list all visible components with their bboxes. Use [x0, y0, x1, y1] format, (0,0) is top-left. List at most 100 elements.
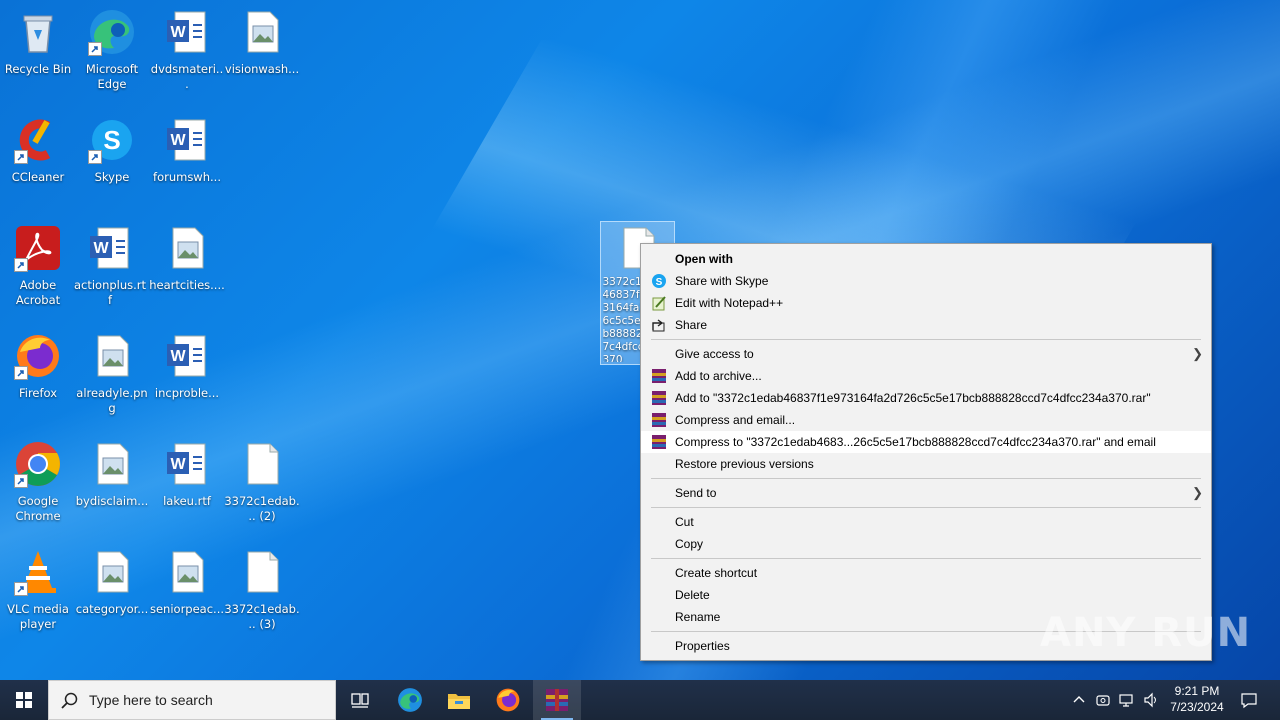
- menu-item-label: Compress and email...: [675, 413, 796, 427]
- menu-item-delete[interactable]: Delete: [641, 584, 1211, 606]
- taskbar-file-explorer-button[interactable]: [435, 680, 483, 720]
- menu-item-label: Rename: [675, 610, 721, 624]
- menu-item-compress-to-rar-and-email[interactable]: Compress to "3372c1edab4683...26c5c5e17b…: [641, 431, 1211, 453]
- menu-item-label: Add to "3372c1edab46837f1e973164fa2d726c…: [675, 391, 1151, 405]
- menu-item-restore-previous-versions[interactable]: Restore previous versions: [641, 453, 1211, 475]
- desktop-icon-actionplus-rtf[interactable]: W actionplus.rtf: [72, 220, 148, 320]
- firefox-icon: [496, 688, 520, 712]
- desktop-icon-3372c1edab-3[interactable]: 3372c1edab... (3): [224, 544, 300, 644]
- ccleaner-icon: [14, 116, 62, 164]
- menu-item-label: Properties: [675, 639, 730, 653]
- meet-now-icon[interactable]: [1095, 692, 1111, 708]
- blank-file-icon: [238, 548, 286, 596]
- shortcut-arrow-icon: [88, 42, 102, 56]
- menu-item-add-to-archive[interactable]: Add to archive...: [641, 365, 1211, 387]
- menu-item-create-shortcut[interactable]: Create shortcut: [641, 562, 1211, 584]
- menu-item-share[interactable]: Share: [641, 314, 1211, 336]
- desktop-icon-microsoft-edge[interactable]: Microsoft Edge: [74, 4, 150, 104]
- context-menu[interactable]: Open with S Share with Skype Edit with N…: [640, 243, 1212, 661]
- share-icon: [651, 317, 667, 333]
- desktop-icon-google-chrome[interactable]: Google Chrome: [0, 436, 76, 536]
- menu-item-copy[interactable]: Copy: [641, 533, 1211, 555]
- svg-text:W: W: [93, 240, 109, 257]
- desktop-icon-seniorpeac[interactable]: seniorpeac...: [149, 544, 225, 644]
- desktop-icon-incproble[interactable]: W incproble...: [149, 328, 225, 428]
- desktop-icon-label: visionwash...: [224, 62, 300, 76]
- acrobat-icon: [14, 224, 62, 272]
- desktop-icon-categoryor[interactable]: categoryor...: [74, 544, 150, 644]
- image-file-icon: [88, 332, 136, 380]
- desktop-icon-alreadyle-png[interactable]: alreadyle.png: [74, 328, 150, 428]
- winrar-icon: [651, 390, 667, 406]
- desktop-icon-dvdsmateri[interactable]: W dvdsmateri...: [149, 4, 225, 104]
- desktop-icon-ccleaner[interactable]: CCleaner: [0, 112, 76, 212]
- edge-icon: [398, 688, 422, 712]
- desktop-icon-skype[interactable]: S Skype: [74, 112, 150, 212]
- menu-item-label: Restore previous versions: [675, 457, 814, 471]
- taskbar-search-box[interactable]: Type here to search: [48, 680, 336, 720]
- volume-icon[interactable]: [1143, 692, 1159, 708]
- desktop-icon-firefox[interactable]: Firefox: [0, 328, 76, 428]
- word-document-icon: W: [86, 224, 134, 272]
- search-icon: [61, 692, 78, 709]
- menu-item-label: Send to: [675, 486, 717, 500]
- taskbar-winrar-button[interactable]: [533, 680, 581, 720]
- desktop-icon-label: forumswh...: [153, 170, 221, 184]
- svg-text:W: W: [170, 456, 186, 473]
- desktop-icon-vlc[interactable]: VLC media player: [0, 544, 76, 644]
- menu-item-open-with[interactable]: Open with: [641, 248, 1211, 270]
- menu-item-label: Open with: [675, 252, 733, 266]
- desktop-icon-lakeu-rtf[interactable]: W lakeu.rtf: [149, 436, 225, 536]
- desktop-icon-3372c1edab-2[interactable]: 3372c1edab... (2): [224, 436, 300, 536]
- chevron-right-icon: ❯: [1192, 346, 1203, 361]
- desktop-icon-bydisclaim[interactable]: bydisclaim...: [74, 436, 150, 536]
- menu-item-label: Compress to "3372c1edab4683...26c5c5e17b…: [675, 435, 1156, 449]
- edge-icon: [88, 8, 136, 56]
- desktop-icon-forumswh[interactable]: W forumswh...: [149, 112, 225, 212]
- notification-center-icon[interactable]: [1240, 691, 1258, 709]
- skype-icon: S: [88, 116, 136, 164]
- windows-logo-icon: [16, 692, 32, 708]
- menu-item-edit-with-notepadpp[interactable]: Edit with Notepad++: [641, 292, 1211, 314]
- desktop-icon-label: bydisclaim...: [75, 494, 149, 508]
- taskbar-edge-button[interactable]: [386, 680, 434, 720]
- menu-item-share-with-skype[interactable]: S Share with Skype: [641, 270, 1211, 292]
- desktop-icon-label: lakeu.rtf: [163, 494, 211, 508]
- menu-item-compress-and-email[interactable]: Compress and email...: [641, 409, 1211, 431]
- task-view-button[interactable]: [336, 680, 384, 720]
- menu-item-send-to[interactable]: Send to ❯: [641, 482, 1211, 504]
- menu-item-label: Copy: [675, 537, 704, 551]
- task-view-icon: [351, 693, 369, 708]
- chevron-right-icon: ❯: [1192, 485, 1203, 500]
- network-icon[interactable]: [1119, 692, 1135, 708]
- desktop-icon-label: Firefox: [18, 386, 58, 400]
- clock-date: 7/23/2024: [1170, 700, 1224, 714]
- desktop-icon-heartcities[interactable]: heartcities....: [149, 220, 225, 320]
- image-file-icon: [88, 440, 136, 488]
- vlc-icon: [14, 548, 62, 596]
- winrar-icon: [651, 434, 667, 450]
- desktop-icon-label: CCleaner: [11, 170, 65, 184]
- menu-item-add-to-rar[interactable]: Add to "3372c1edab46837f1e973164fa2d726c…: [641, 387, 1211, 409]
- taskbar-firefox-button[interactable]: [484, 680, 532, 720]
- desktop-icon-visionwash[interactable]: visionwash...: [224, 4, 300, 104]
- start-button[interactable]: [0, 680, 48, 720]
- menu-separator: [651, 478, 1201, 479]
- desktop-icon-label: dvdsmateri...: [150, 62, 224, 91]
- desktop-icon-label: Skype: [94, 170, 130, 184]
- menu-item-label: Cut: [675, 515, 694, 529]
- shortcut-arrow-icon: [14, 258, 28, 272]
- menu-item-give-access-to[interactable]: Give access to ❯: [641, 343, 1211, 365]
- show-hidden-icons-chevron-icon[interactable]: [1071, 692, 1087, 708]
- menu-item-cut[interactable]: Cut: [641, 511, 1211, 533]
- taskbar-clock[interactable]: 9:21 PM 7/23/2024: [1162, 683, 1232, 715]
- menu-separator: [651, 558, 1201, 559]
- menu-separator: [651, 507, 1201, 508]
- desktop-icon-label: 3372c1edab... (2): [224, 494, 300, 523]
- desktop-icon-label: heartcities....: [149, 278, 225, 292]
- desktop[interactable]: Recycle Bin CCleaner Adobe Acrobat Firef…: [0, 0, 1280, 680]
- desktop-icon-adobe-acrobat[interactable]: Adobe Acrobat: [0, 220, 76, 320]
- word-document-icon: W: [163, 8, 211, 56]
- svg-text:S: S: [656, 277, 663, 288]
- desktop-icon-recycle-bin[interactable]: Recycle Bin: [0, 4, 76, 104]
